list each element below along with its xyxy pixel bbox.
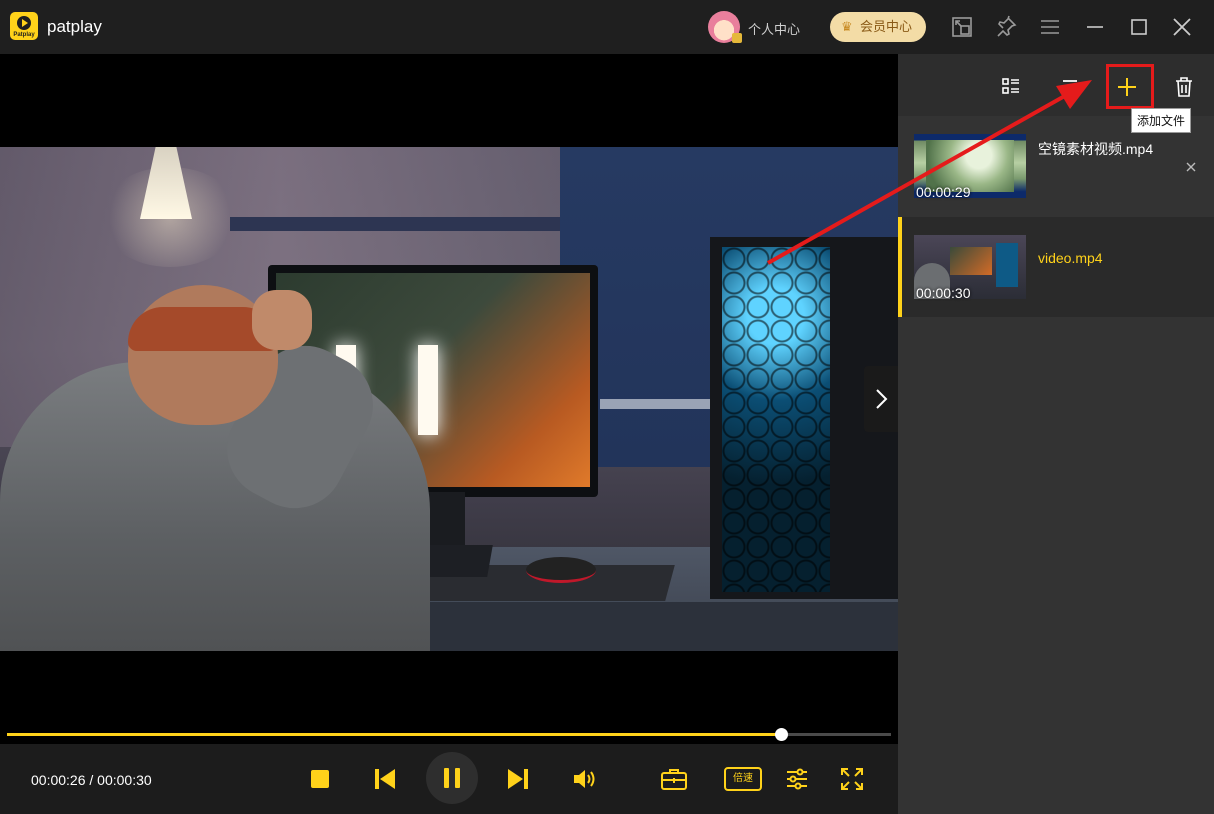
app-window: Patplay patplay 个人中心 ♛ 会员中心 00:00:26 / 0…	[0, 0, 1214, 814]
progress-fill	[7, 733, 782, 736]
minimize-icon[interactable]	[1083, 15, 1107, 39]
menu-icon[interactable]	[1038, 15, 1062, 39]
volume-icon	[574, 770, 595, 788]
vip-center-button[interactable]: ♛ 会员中心	[830, 12, 926, 42]
fullscreen-icon	[841, 768, 863, 790]
pc-fan-grid	[722, 247, 830, 592]
app-logo: Patplay	[10, 12, 38, 40]
close-icon[interactable]	[1170, 15, 1194, 39]
stop-icon	[311, 770, 329, 788]
list-view-icon[interactable]	[999, 75, 1023, 99]
delete-icon[interactable]	[1172, 75, 1196, 99]
skip-previous-icon	[375, 769, 395, 789]
mini-mode-icon[interactable]	[950, 15, 974, 39]
thumbnail-image	[996, 243, 1018, 287]
playlist-panel: 添加文件 00:00:29 空镜素材视频.mp4 00:00:30 video.…	[898, 54, 1214, 814]
next-button[interactable]	[507, 768, 529, 790]
time-display: 00:00:26 / 00:00:30	[31, 772, 152, 788]
sidebar-toggle-button[interactable]	[864, 366, 898, 432]
sliders-icon	[787, 768, 807, 790]
thumbnail-duration: 00:00:29	[916, 184, 971, 200]
fullscreen-button[interactable]	[840, 767, 864, 791]
mouse	[526, 557, 596, 583]
control-bar: 00:00:26 / 00:00:30 倍速	[0, 744, 898, 814]
screen-light-bar	[418, 345, 438, 435]
thumbnail-image	[950, 247, 992, 275]
pause-icon	[444, 768, 460, 788]
pin-icon[interactable]	[994, 15, 1018, 39]
video-viewport[interactable]	[0, 54, 898, 744]
playback-speed-button[interactable]: 倍速	[724, 767, 762, 791]
adjust-button[interactable]	[785, 767, 809, 791]
playlist-item-active[interactable]: 00:00:30 video.mp4	[898, 217, 1214, 317]
stop-button[interactable]	[310, 769, 330, 789]
toolbox-button[interactable]	[660, 767, 688, 791]
toolbox-icon	[661, 769, 687, 790]
shelf	[230, 217, 560, 231]
user-avatar[interactable]	[708, 11, 742, 43]
crown-icon: ♛	[841, 19, 853, 34]
logo-text: Patplay	[13, 32, 35, 38]
sort-icon[interactable]	[1058, 75, 1082, 99]
vip-center-label: 会员中心	[860, 19, 913, 34]
add-file-icon[interactable]	[1115, 75, 1139, 99]
remove-item-icon[interactable]	[1185, 160, 1197, 172]
user-center-link[interactable]: 个人中心	[748, 19, 800, 38]
playlist-item[interactable]: 00:00:29 空镜素材视频.mp4	[898, 116, 1214, 216]
playlist-toolbar: 添加文件	[898, 54, 1214, 133]
skip-next-icon	[508, 769, 528, 789]
previous-button[interactable]	[374, 768, 396, 790]
video-frame	[0, 147, 898, 651]
title-bar: Patplay patplay 个人中心 ♛ 会员中心	[0, 0, 1214, 54]
play-logo-icon	[17, 16, 31, 30]
pause-button[interactable]	[426, 752, 478, 804]
volume-button[interactable]	[572, 768, 596, 790]
playlist-item-name: video.mp4	[1038, 250, 1103, 266]
maximize-icon[interactable]	[1127, 15, 1151, 39]
chevron-right-icon	[876, 389, 888, 409]
playlist-item-name: 空镜素材视频.mp4	[1038, 141, 1154, 157]
person-hand	[252, 290, 312, 350]
thumbnail-duration: 00:00:30	[916, 285, 971, 301]
progress-bar[interactable]	[7, 728, 891, 741]
app-name: patplay	[47, 17, 102, 36]
